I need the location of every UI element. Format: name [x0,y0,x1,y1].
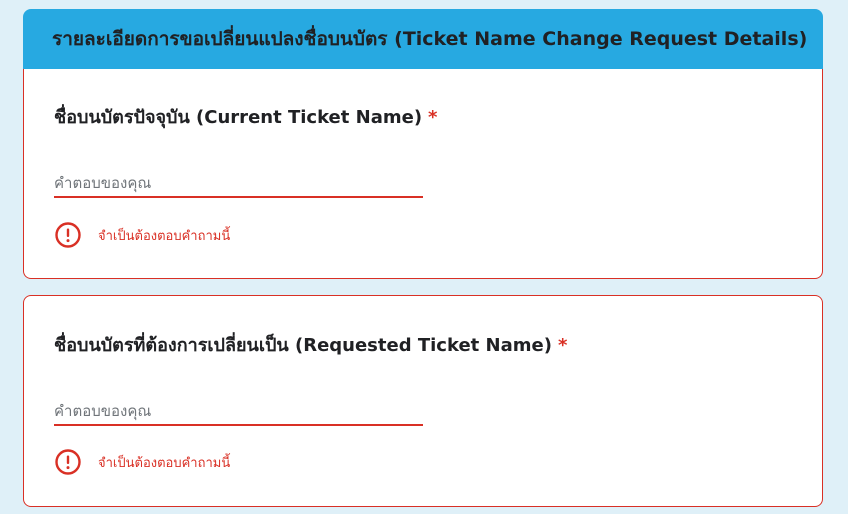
answer-field[interactable] [54,398,423,426]
required-asterisk: * [557,335,568,356]
question-card-requested-name: ชื่อบนบัตรที่ต้องการเปลี่ยนเป็น (Request… [23,295,823,507]
section-title: รายละเอียดการขอเปลี่ยนแปลงชื่อบนบัตร (Ti… [52,28,808,50]
current-ticket-name-input[interactable] [54,170,423,196]
question-label: ชื่อบนบัตรที่ต้องการเปลี่ยนเป็น (Request… [54,335,552,356]
question-card-current-name: ชื่อบนบัตรปัจจุบัน (Current Ticket Name)… [23,69,823,279]
error-message: จำเป็นต้องตอบคำถามนี้ [54,448,230,476]
error-circle-icon [55,222,81,248]
question-title: ชื่อบนบัตรปัจจุบัน (Current Ticket Name)… [54,102,437,131]
question-label: ชื่อบนบัตรปัจจุบัน (Current Ticket Name) [54,107,423,128]
error-text: จำเป็นต้องตอบคำถามนี้ [98,228,231,244]
required-asterisk: * [428,107,438,128]
question-title: ชื่อบนบัตรที่ต้องการเปลี่ยนเป็น (Request… [54,330,567,359]
requested-ticket-name-input[interactable] [54,398,423,424]
section-header: รายละเอียดการขอเปลี่ยนแปลงชื่อบนบัตร (Ti… [23,9,823,69]
error-message: จำเป็นต้องตอบคำถามนี้ [54,221,230,249]
error-circle-icon [55,449,81,475]
error-text: จำเป็นต้องตอบคำถามนี้ [98,455,231,471]
answer-field[interactable] [54,170,423,198]
